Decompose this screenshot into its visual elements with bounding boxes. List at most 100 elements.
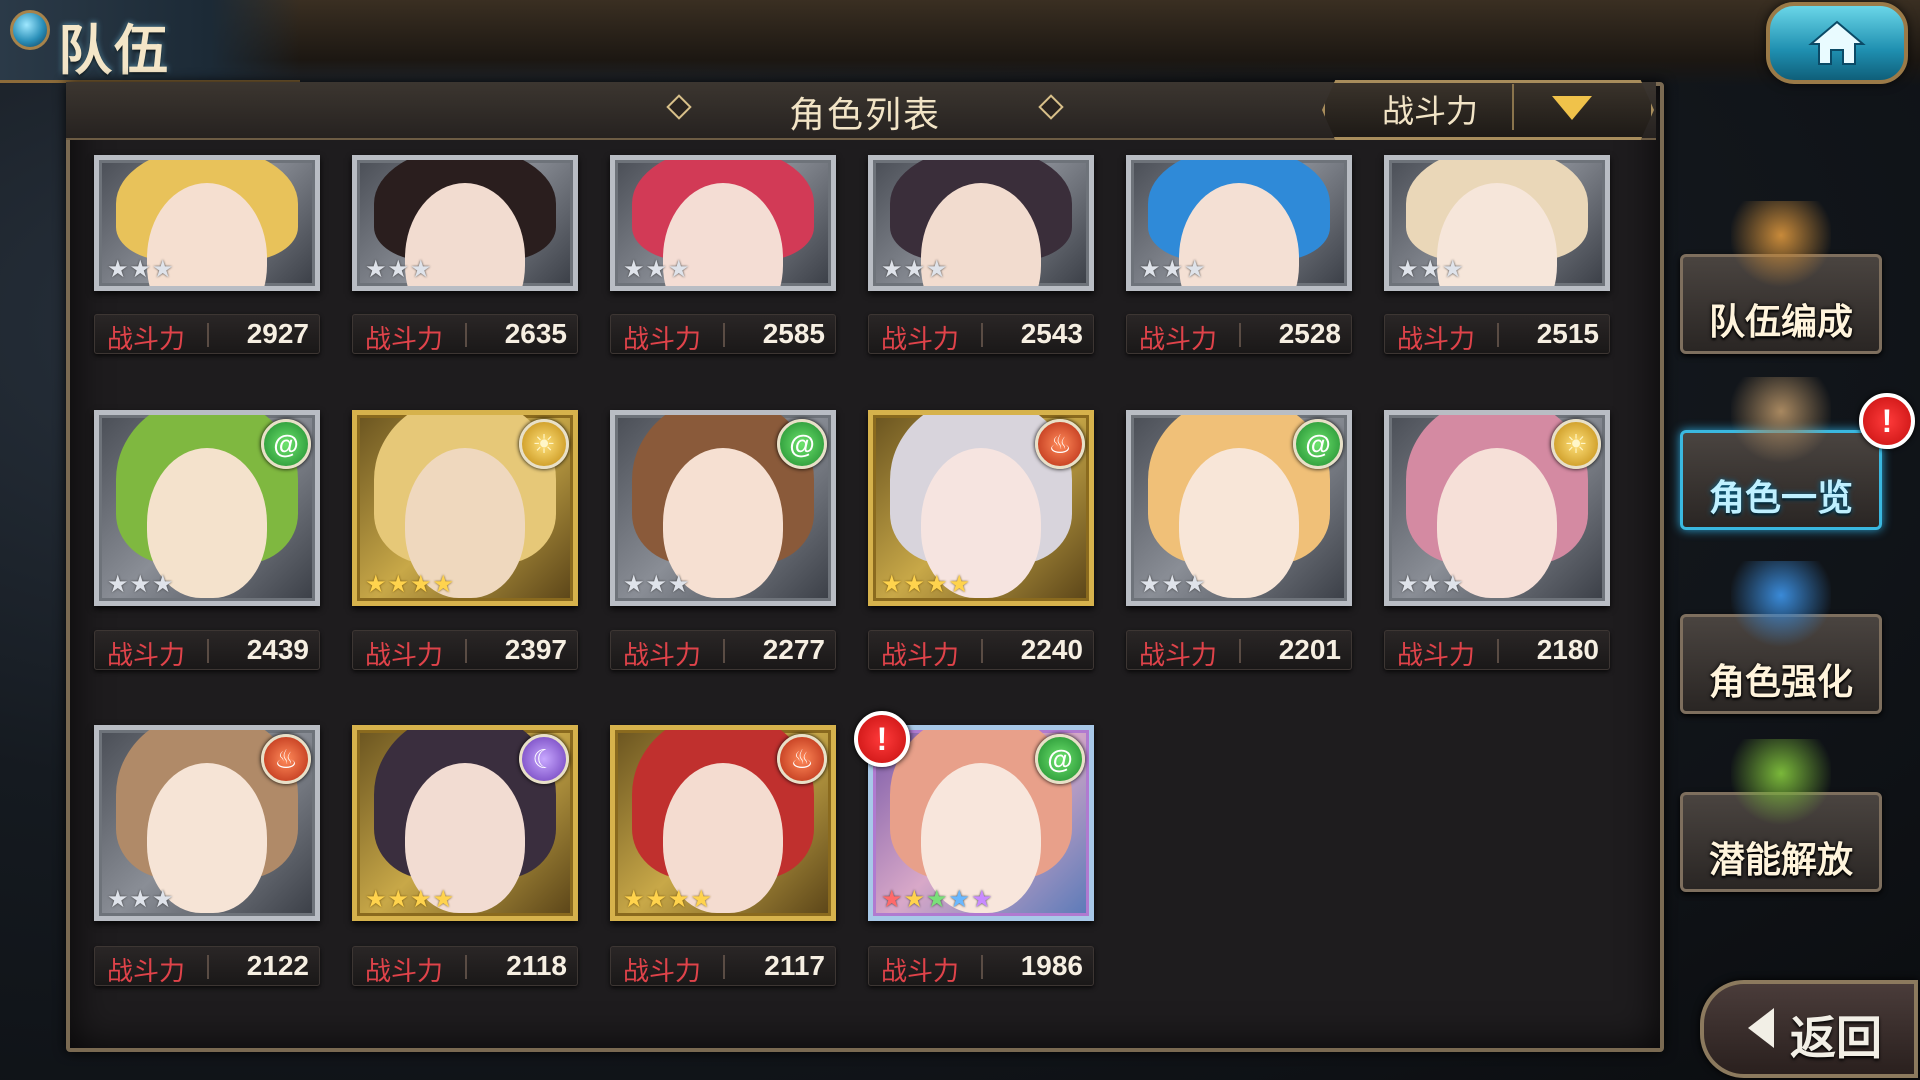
power-separator bbox=[981, 955, 983, 979]
back-arrow-icon bbox=[1748, 1008, 1774, 1048]
power-value: 2180 bbox=[1536, 634, 1599, 665]
sort-label[interactable]: 战斗力 bbox=[1330, 86, 1530, 132]
star-icon: ★ bbox=[903, 571, 926, 598]
home-button[interactable] bbox=[1766, 2, 1908, 84]
character-portrait[interactable]: ★ ★ ★ @ bbox=[94, 410, 320, 606]
back-button[interactable]: 返回 bbox=[1700, 980, 1918, 1078]
star-icon: ★ bbox=[432, 886, 455, 913]
power-value: 2118 bbox=[506, 950, 567, 981]
character-portrait[interactable]: ★ ★ ★ @ bbox=[610, 410, 836, 606]
character-portrait[interactable]: ★ ★ ★ bbox=[1126, 155, 1352, 291]
character-portrait[interactable]: ★ ★ ★ ☀ bbox=[1384, 410, 1610, 606]
rarity-stars: ★ ★ ★ bbox=[1397, 258, 1464, 282]
side-menu-button[interactable]: 角色一览! bbox=[1680, 377, 1915, 530]
character-portrait[interactable]: ★ ★ ★ bbox=[868, 155, 1094, 291]
power-label: 战斗力 bbox=[365, 956, 444, 986]
power-label: 战斗力 bbox=[107, 640, 186, 670]
power-value: 1986 bbox=[1020, 950, 1083, 981]
power-value: 2927 bbox=[246, 318, 309, 349]
power-separator bbox=[1239, 323, 1241, 347]
power-bar: 战斗力 2201 bbox=[1126, 630, 1352, 670]
star-icon: ★ bbox=[690, 886, 713, 913]
character-portrait[interactable]: ★ ★ ★ bbox=[610, 155, 836, 291]
star-icon: ★ bbox=[1442, 571, 1464, 598]
home-icon bbox=[1808, 20, 1866, 65]
character-portrait[interactable]: ★ ★ ★ @ bbox=[1126, 410, 1352, 606]
side-menu-label: 角色强化 bbox=[1708, 661, 1853, 702]
power-value: 2397 bbox=[504, 634, 567, 665]
star-icon: ★ bbox=[903, 256, 926, 283]
star-icon: ★ bbox=[1139, 571, 1161, 598]
chevron-down-icon[interactable] bbox=[1552, 96, 1592, 120]
power-label: 战斗力 bbox=[1397, 324, 1476, 354]
sort-divider bbox=[1512, 84, 1514, 130]
star-icon: ★ bbox=[926, 256, 948, 283]
power-label: 战斗力 bbox=[365, 324, 444, 354]
power-bar: 战斗力 2117 bbox=[610, 946, 836, 986]
character-portrait[interactable]: ★ ★ ★ bbox=[352, 155, 578, 291]
star-icon: ★ bbox=[1419, 571, 1442, 598]
power-label: 战斗力 bbox=[107, 324, 186, 354]
star-icon: ★ bbox=[1184, 571, 1206, 598]
power-separator bbox=[723, 323, 725, 347]
power-value: 2122 bbox=[246, 950, 309, 981]
power-separator bbox=[1497, 323, 1499, 347]
character-portrait[interactable]: ★ ★ ★ ♨ bbox=[94, 725, 320, 921]
star-icon: ★ bbox=[1161, 571, 1184, 598]
power-bar: 战斗力 2528 bbox=[1126, 314, 1352, 354]
alert-badge-icon: ! bbox=[854, 711, 910, 767]
star-icon: ★ bbox=[1139, 256, 1161, 283]
power-bar: 战斗力 2240 bbox=[868, 630, 1094, 670]
power-label: 战斗力 bbox=[881, 956, 960, 986]
rarity-stars: ★ ★ ★ bbox=[623, 258, 690, 282]
moon-element-icon: ☾ bbox=[519, 734, 569, 784]
rarity-stars: ★ ★ ★ ★ bbox=[623, 888, 712, 912]
character-portrait[interactable]: ★ ★ ★ ★ ♨ bbox=[868, 410, 1094, 606]
power-value: 2201 bbox=[1278, 634, 1341, 665]
character-portrait[interactable]: ★ ★ ★ ★ ♨ bbox=[610, 725, 836, 921]
star-icon: ★ bbox=[387, 886, 410, 913]
side-menu-button[interactable]: 角色强化 bbox=[1680, 561, 1882, 714]
side-menu-label: 潜能解放 bbox=[1708, 839, 1853, 880]
power-value: 2528 bbox=[1278, 318, 1341, 349]
star-icon: ★ bbox=[623, 571, 645, 598]
power-value: 2543 bbox=[1020, 318, 1083, 349]
wind-element-icon: @ bbox=[1035, 734, 1085, 784]
character-portrait[interactable]: ★ ★ ★ bbox=[94, 155, 320, 291]
power-bar: 战斗力 2515 bbox=[1384, 314, 1610, 354]
power-separator bbox=[981, 639, 983, 663]
rarity-stars: ★ ★ ★ bbox=[1397, 573, 1464, 597]
character-portrait[interactable]: ★ ★ ★ bbox=[1384, 155, 1610, 291]
rarity-stars: ★ ★ ★ bbox=[623, 573, 690, 597]
back-label: 返回 bbox=[1790, 1012, 1882, 1064]
rarity-stars: ★ ★ ★ bbox=[1139, 258, 1206, 282]
side-menu-button[interactable]: 队伍编成 bbox=[1680, 201, 1882, 354]
power-label: 战斗力 bbox=[107, 956, 186, 986]
star-icon: ★ bbox=[1397, 256, 1419, 283]
star-icon: ★ bbox=[926, 886, 948, 913]
star-icon: ★ bbox=[365, 256, 387, 283]
rarity-stars: ★ ★ ★ ★ bbox=[365, 573, 454, 597]
rarity-stars: ★ ★ ★ bbox=[107, 888, 174, 912]
star-icon: ★ bbox=[387, 256, 410, 283]
power-value: 2439 bbox=[246, 634, 309, 665]
power-value: 2277 bbox=[762, 634, 825, 665]
side-menu-label: 队伍编成 bbox=[1708, 301, 1853, 342]
star-icon: ★ bbox=[432, 571, 455, 598]
power-bar: 战斗力 2397 bbox=[352, 630, 578, 670]
power-separator bbox=[207, 639, 209, 663]
star-icon: ★ bbox=[668, 571, 690, 598]
side-menu-button[interactable]: 潜能解放 bbox=[1680, 739, 1882, 892]
star-icon: ★ bbox=[903, 886, 926, 913]
star-icon: ★ bbox=[410, 256, 432, 283]
rarity-stars: ★ ★ ★ bbox=[1139, 573, 1206, 597]
wind-element-icon: @ bbox=[777, 419, 827, 469]
character-portrait[interactable]: ★ ★ ★ ★ ☀ bbox=[352, 410, 578, 606]
star-icon: ★ bbox=[645, 256, 668, 283]
character-portrait[interactable]: ★ ★ ★ ★ ☾ bbox=[352, 725, 578, 921]
power-separator bbox=[723, 955, 725, 979]
rarity-stars: ★ ★ ★ ★ bbox=[365, 888, 454, 912]
star-icon: ★ bbox=[623, 256, 645, 283]
star-icon: ★ bbox=[1184, 256, 1206, 283]
power-value: 2117 bbox=[764, 950, 825, 981]
